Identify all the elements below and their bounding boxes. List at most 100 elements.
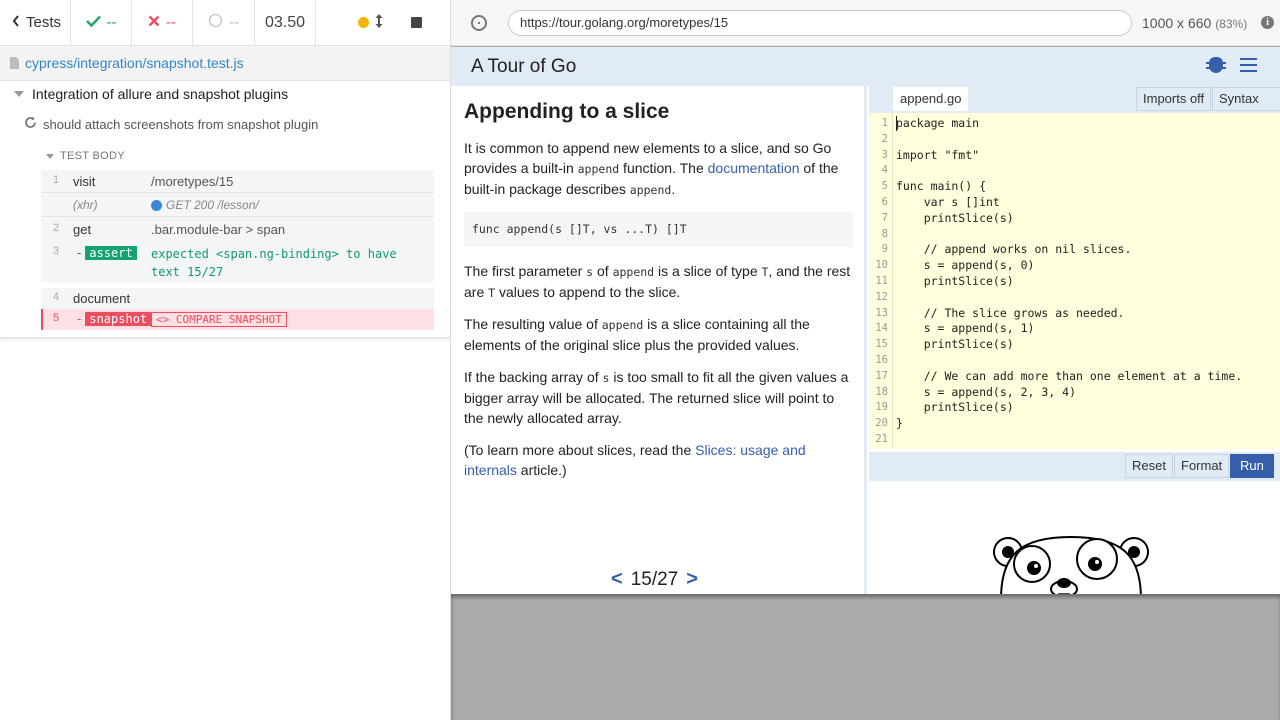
test-title[interactable]: should attach screenshots from snapshot … — [24, 116, 318, 132]
assert-badge: assert — [85, 246, 137, 260]
failed-value: -- — [166, 14, 176, 31]
editor-pane: append.go Imports off Syntax off 1234567… — [869, 86, 1280, 594]
reset-button[interactable]: Reset — [1125, 454, 1173, 478]
code-line: } — [896, 416, 903, 431]
command-number: 4 — [53, 291, 60, 303]
passed-value: -- — [106, 14, 117, 31]
code-line: printSlice(s) — [896, 274, 1014, 288]
info-icon[interactable]: i — [1261, 16, 1274, 29]
line-number: 6 — [881, 196, 888, 208]
lesson-paragraph: (To learn more about slices, read the Sl… — [464, 440, 854, 480]
format-button[interactable]: Format — [1174, 454, 1230, 478]
text-cursor — [896, 116, 897, 131]
pending-value: -- — [229, 14, 239, 31]
code-line: package main — [896, 116, 980, 130]
bug-icon[interactable] — [1206, 57, 1226, 73]
text: of — [593, 263, 613, 279]
code-editor[interactable]: 1 2 3 4 5 6 7 8 9 10 11 12 13 14 15 16 17 18 19 20 21 packag… — [869, 113, 1280, 449]
text: is a slice of type — [654, 263, 762, 279]
gopher-image — [993, 535, 1149, 594]
url-bar: https://tour.golang.org/moretypes/15 100… — [451, 0, 1280, 46]
imports-toggle-button[interactable]: Imports off — [1136, 87, 1212, 111]
line-number: 2 — [881, 132, 888, 145]
spec-path-link[interactable]: cypress/integration/snapshot.test.js — [25, 55, 244, 71]
syntax-toggle-button[interactable]: Syntax off — [1212, 87, 1280, 128]
xhr-status-icon — [151, 199, 162, 211]
signature-code-block: func append(s []T, vs ...T) []T — [464, 212, 853, 247]
editor-actions: Reset Format Run — [869, 452, 1280, 481]
aut-panel: https://tour.golang.org/moretypes/15 100… — [450, 0, 1280, 720]
test-body-toggle[interactable]: TEST BODY — [46, 150, 125, 162]
command-name: (xhr) — [73, 198, 98, 212]
page-indicator: 15/27 — [630, 568, 679, 590]
code-line: printSlice(s) — [896, 400, 1014, 415]
command-message: expected <span.ng-binding> to have text … — [151, 247, 397, 279]
command-dash: - — [77, 311, 82, 326]
line-number: 10 — [875, 259, 888, 272]
spec-file-bar: cypress/integration/snapshot.test.js — [0, 46, 450, 81]
line-number: 12 — [875, 290, 888, 303]
line-number: 17 — [875, 369, 888, 382]
line-number: 11 — [875, 275, 888, 287]
menu-icon[interactable] — [1240, 58, 1257, 72]
line-number: 19 — [875, 401, 888, 414]
viewport-zoom: (83%) — [1215, 17, 1248, 31]
code-line: var s []int — [896, 195, 1000, 209]
next-page-button[interactable]: > — [686, 568, 698, 591]
text: values to append to the slice. — [495, 284, 681, 300]
command-row[interactable]: 4 document — [41, 288, 434, 309]
command-message: /moretypes/15 — [151, 174, 234, 189]
line-number: 16 — [875, 354, 888, 366]
failed-count: -- — [132, 0, 193, 46]
text: (To learn more about slices, read the — [464, 442, 696, 458]
command-log: 1 visit /moretypes/15 (xhr) GET 200 /les… — [41, 170, 434, 330]
selector-playground-icon[interactable] — [471, 15, 487, 31]
line-number: 8 — [881, 227, 888, 240]
suite-title[interactable]: Integration of allure and snapshot plugi… — [14, 86, 288, 102]
command-row-failed[interactable]: 5 - snapshot <> COMPARE SNAPSHOT — [41, 309, 434, 330]
file-tab-bar: append.go Imports off Syntax off — [869, 86, 1280, 128]
reporter-header: Tests -- -- -- 03.50 — [0, 0, 450, 46]
caret-down-icon — [46, 153, 54, 159]
command-number: 5 — [53, 312, 60, 324]
prev-page-button[interactable]: < — [611, 568, 623, 591]
line-number: 14 — [875, 322, 888, 335]
line-number: 15 — [875, 338, 888, 351]
text: The resulting value of — [464, 316, 602, 332]
url-field[interactable]: https://tour.golang.org/moretypes/15 — [508, 10, 1132, 36]
line-number: 13 — [875, 306, 888, 319]
line-number: 3 — [881, 148, 888, 161]
tour-title[interactable]: A Tour of Go — [471, 56, 576, 78]
code-line: s = append(s, 2, 3, 4) — [896, 384, 1077, 399]
chevron-left-icon — [12, 14, 20, 31]
documentation-link[interactable]: documentation — [708, 160, 800, 176]
lesson-paragraph: The resulting value of append is a slice… — [464, 314, 854, 355]
check-icon — [85, 14, 101, 31]
inline-code: append — [629, 183, 672, 197]
command-name: document — [73, 291, 131, 306]
command-row[interactable]: 1 visit /moretypes/15 — [41, 170, 434, 193]
code-line: // append works on nil slices. — [896, 242, 1132, 257]
file-tab[interactable]: append.go — [893, 87, 969, 111]
code-line: func main() { — [896, 179, 987, 194]
inline-code: append — [601, 318, 644, 332]
inline-code: append — [577, 162, 620, 176]
command-row[interactable]: (xhr) GET 200 /lesson/ — [41, 193, 434, 217]
text: The first parameter — [464, 263, 587, 279]
command-row[interactable]: 2 get .bar.module-bar > span — [41, 217, 434, 240]
run-button[interactable]: Run — [1230, 454, 1274, 478]
viewport-size: 1000 x 660 — [1142, 15, 1212, 31]
auto-scroll-toggle-icon[interactable] — [375, 14, 383, 31]
xhr-message: GET 200 /lesson/ — [166, 198, 259, 212]
lesson-pane: Appending to a slice It is common to app… — [451, 86, 867, 594]
lesson-paragraph: If the backing array of s is too small t… — [464, 367, 854, 428]
command-name: get — [73, 222, 92, 237]
compare-snapshot-button[interactable]: <> COMPARE SNAPSHOT — [151, 312, 287, 327]
stop-icon[interactable] — [411, 17, 422, 28]
code-line: printSlice(s) — [896, 210, 1014, 225]
command-name: - snapshot — [77, 311, 152, 326]
command-row[interactable]: 3 - assert expected <span.ng-binding> to … — [41, 240, 434, 282]
back-to-tests-button[interactable]: Tests — [0, 0, 71, 46]
code-line: import "fmt" — [896, 147, 980, 162]
command-number: 3 — [53, 245, 60, 257]
